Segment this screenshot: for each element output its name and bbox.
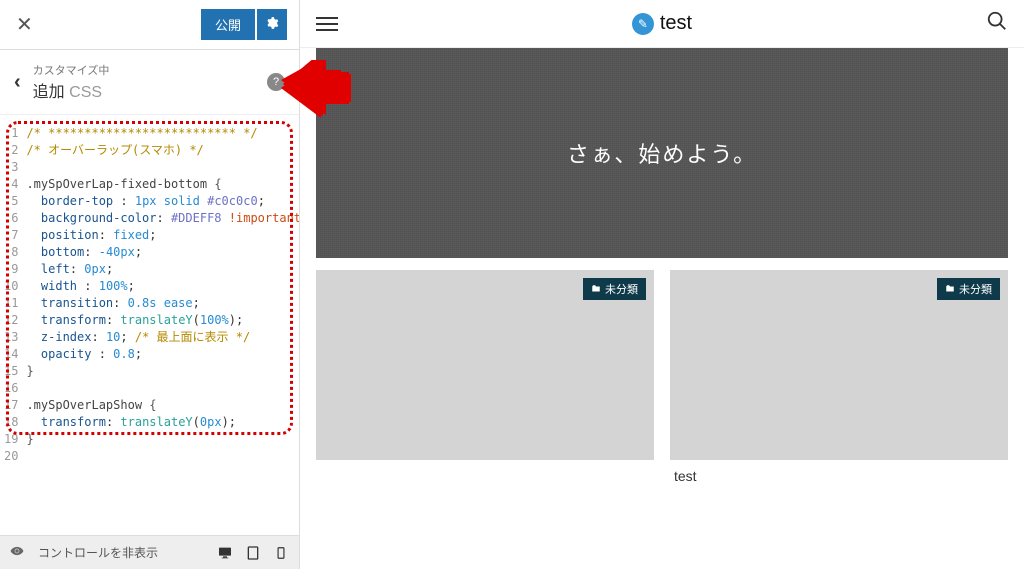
customizer-sidebar: ✕ 公開 ‹ カスタマイズ中 追加 CSS ? 123456789 [0, 0, 300, 569]
gear-icon[interactable] [257, 9, 287, 40]
line-numbers: 1234567891011121314151617181920 [0, 125, 26, 465]
red-arrow-annotation [281, 60, 351, 120]
back-arrow-icon[interactable]: ‹ [14, 71, 33, 94]
code-lines: 1234567891011121314151617181920 /* *****… [0, 115, 299, 475]
site-title[interactable]: test [660, 12, 692, 35]
post-card-title[interactable]: test [674, 468, 697, 484]
close-icon[interactable]: ✕ [12, 8, 37, 41]
eye-icon[interactable] [10, 544, 24, 561]
device-icons [217, 545, 289, 561]
section-subtitle: カスタマイズ中 [33, 62, 267, 78]
hero-text: さぁ、始めよう。 [567, 137, 757, 169]
preview-pane: ✎ test さぁ、始めよう。 未分類 未分類 tes [300, 0, 1024, 569]
section-header: ‹ カスタマイズ中 追加 CSS ? [0, 50, 299, 115]
post-card[interactable]: 未分類 [316, 270, 654, 460]
tablet-icon[interactable] [245, 545, 261, 561]
hide-controls-label[interactable]: コントロールを非表示 [38, 544, 158, 561]
site-title-wrap: ✎ test [632, 12, 692, 35]
post-cards: 未分類 未分類 test [300, 258, 1024, 472]
sidebar-bottom-bar: コントロールを非表示 [0, 535, 299, 569]
css-code-editor[interactable]: 1234567891011121314151617181920 /* *****… [0, 115, 299, 535]
section-title: 追加 CSS [33, 78, 267, 102]
hero-banner: さぁ、始めよう。 [316, 48, 1008, 258]
post-card[interactable]: 未分類 test [670, 270, 1008, 460]
sidebar-top-bar: ✕ 公開 [0, 0, 299, 50]
category-badge[interactable]: 未分類 [583, 278, 646, 300]
category-badge[interactable]: 未分類 [937, 278, 1000, 300]
search-icon[interactable] [986, 10, 1008, 37]
preview-header: ✎ test [300, 0, 1024, 48]
code-content[interactable]: /* ************************** *//* オーバーラ… [26, 125, 299, 465]
desktop-icon[interactable] [217, 545, 233, 561]
hamburger-icon[interactable] [316, 13, 338, 35]
pencil-icon[interactable]: ✎ [632, 13, 654, 35]
publish-button[interactable]: 公開 [201, 9, 255, 40]
section-meta: カスタマイズ中 追加 CSS [33, 62, 267, 102]
publish-group: 公開 [201, 9, 287, 40]
mobile-icon[interactable] [273, 545, 289, 561]
